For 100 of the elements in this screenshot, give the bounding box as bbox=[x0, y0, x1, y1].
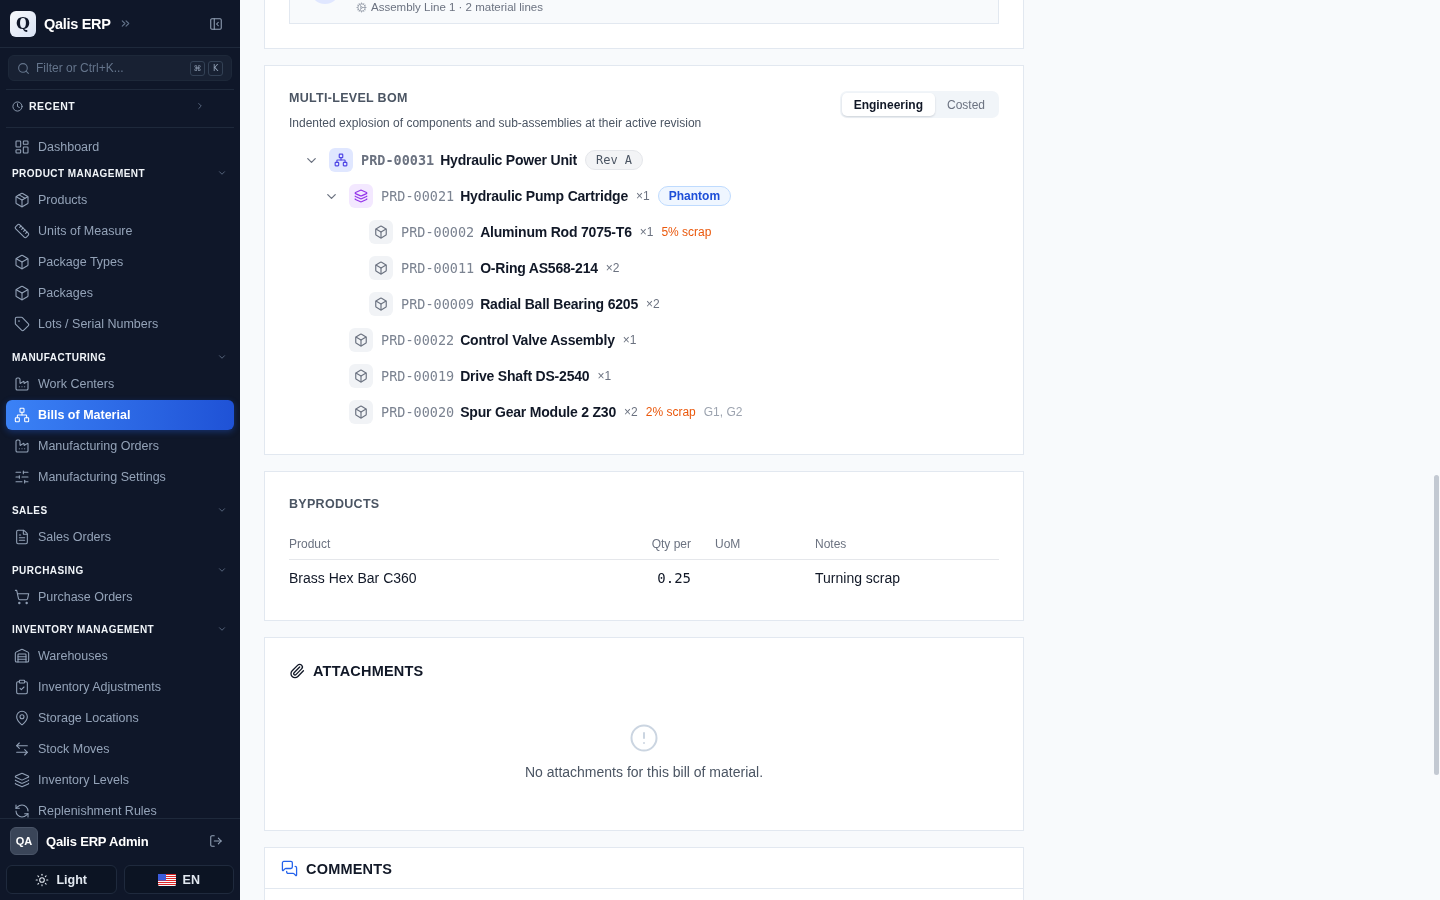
nav-item[interactable]: Manufacturing Settings bbox=[6, 462, 234, 492]
quantity-label: ×1 bbox=[622, 333, 637, 347]
column-header: UoM bbox=[714, 536, 742, 551]
sun-icon bbox=[35, 872, 50, 887]
section-title: ATTACHMENTS bbox=[313, 663, 424, 679]
product-code: PRD-00020 bbox=[381, 404, 455, 420]
factory-icon bbox=[14, 438, 30, 454]
reference-designators: G1, G2 bbox=[703, 405, 743, 419]
nav-section-header[interactable]: INVENTORY MANAGEMENT bbox=[6, 618, 234, 640]
chevron-down-icon bbox=[217, 505, 227, 515]
search-input[interactable]: Filter or Ctrl+K... bbox=[36, 60, 184, 76]
table-cell-text: 0.25 bbox=[656, 570, 692, 586]
product-code: PRD-00011 bbox=[401, 260, 475, 276]
chevron-down-icon bbox=[217, 565, 227, 575]
alert-circle-icon bbox=[629, 723, 659, 753]
clipboard-check-icon bbox=[14, 679, 30, 695]
column-header: Notes bbox=[814, 536, 848, 551]
chevron-down-icon bbox=[217, 624, 227, 634]
product-code: PRD-00021 bbox=[381, 188, 455, 204]
nav-item[interactable]: Bills of Material bbox=[6, 400, 234, 430]
nav-item[interactable]: Warehouses bbox=[6, 641, 234, 671]
empty-message: No attachments for this bill of material. bbox=[524, 763, 764, 782]
cube-icon bbox=[369, 292, 393, 316]
grid-icon bbox=[14, 139, 30, 155]
gear-icon bbox=[356, 1, 367, 13]
user-avatar: QA bbox=[10, 827, 38, 855]
product-name: Spur Gear Module 2 Z30 bbox=[460, 404, 617, 420]
nav-item[interactable]: Replenishment Rules bbox=[6, 796, 234, 818]
product-name: Aluminum Rod 7075-T6 bbox=[480, 224, 632, 240]
table-cell-text: Turning scrap bbox=[814, 570, 902, 586]
nav-item[interactable]: Work Centers bbox=[6, 369, 234, 399]
cube-icon bbox=[349, 328, 373, 352]
phantom-badge: Phantom bbox=[657, 186, 732, 206]
recent-toggle[interactable]: RECENT bbox=[6, 90, 234, 122]
app-logo[interactable]: Q bbox=[10, 10, 36, 37]
sidebar-toggle-icon[interactable] bbox=[209, 16, 223, 31]
nav-item[interactable]: Inventory Levels bbox=[6, 765, 234, 795]
search-field[interactable]: Filter or Ctrl+K... ⌘ K bbox=[8, 55, 232, 81]
nav-item[interactable]: Package Types bbox=[6, 247, 234, 277]
nav-item[interactable]: Stock Moves bbox=[6, 734, 234, 764]
nav-item[interactable]: Dashboard bbox=[6, 132, 234, 162]
map-pin-icon bbox=[14, 710, 30, 726]
chevron-right-icon bbox=[195, 101, 205, 111]
column-header: Product bbox=[289, 536, 332, 551]
nav-item[interactable]: Inventory Adjustments bbox=[6, 672, 234, 702]
product-code: PRD-00009 bbox=[401, 296, 475, 312]
box-icon bbox=[14, 192, 30, 208]
cube-icon bbox=[349, 364, 373, 388]
logout-icon[interactable] bbox=[209, 834, 223, 848]
cube-icon bbox=[369, 220, 393, 244]
language-button[interactable]: EN bbox=[123, 865, 234, 894]
theme-button[interactable]: Light bbox=[6, 865, 117, 894]
nav-item[interactable]: Purchase Orders bbox=[6, 582, 234, 612]
ruler-icon bbox=[14, 223, 30, 239]
section-title: COMMENTS bbox=[306, 860, 393, 877]
hierarchy-icon bbox=[14, 407, 30, 423]
search-icon bbox=[17, 61, 30, 75]
clock-icon bbox=[12, 100, 23, 112]
quantity-label: ×1 bbox=[639, 225, 654, 239]
product-name: Hydraulic Pump Cartridge bbox=[460, 188, 629, 204]
line-meta: Assembly Line 1 · 2 material lines bbox=[371, 0, 543, 14]
shortcut-key: K bbox=[208, 60, 223, 76]
chevron-down-icon bbox=[217, 352, 227, 362]
view-tab[interactable]: Engineering bbox=[841, 93, 935, 116]
tag-icon bbox=[14, 316, 30, 332]
nav-item[interactable]: Products bbox=[6, 185, 234, 215]
product-code: PRD-00002 bbox=[401, 224, 475, 240]
view-tab[interactable]: Costed bbox=[934, 93, 997, 116]
user-name: Qalis ERP Admin bbox=[46, 833, 149, 849]
nav-section-header[interactable]: SALES bbox=[6, 499, 234, 521]
scrollbar-thumb[interactable] bbox=[1434, 475, 1439, 775]
nav-item[interactable]: Packages bbox=[6, 278, 234, 308]
layers-icon bbox=[349, 184, 373, 208]
paperclip-icon bbox=[289, 663, 305, 679]
nav-item[interactable]: Sales Orders bbox=[6, 522, 234, 552]
quantity-label: ×2 bbox=[624, 405, 638, 419]
chat-icon bbox=[281, 860, 298, 877]
table-cell-text: Brass Hex Bar C360 bbox=[289, 570, 418, 586]
nav-item[interactable]: Lots / Serial Numbers bbox=[6, 309, 234, 339]
document-icon bbox=[14, 529, 30, 545]
cart-icon bbox=[14, 589, 30, 605]
cube-icon bbox=[14, 285, 30, 301]
product-name: Control Valve Assembly bbox=[460, 332, 615, 348]
quantity-label: ×1 bbox=[597, 369, 612, 383]
quantity-label: ×1 bbox=[636, 189, 650, 203]
nav-section-header[interactable]: PURCHASING bbox=[6, 559, 234, 581]
chevron-down-icon bbox=[217, 168, 227, 178]
revision-badge: Rev A bbox=[584, 150, 644, 170]
section-description: Indented explosion of components and sub-assemblies at their active revision bbox=[289, 115, 702, 131]
nav-section-header[interactable]: PRODUCT MANAGEMENT bbox=[6, 162, 234, 184]
nav-item[interactable]: Units of Measure bbox=[6, 216, 234, 246]
flag-icon bbox=[157, 873, 176, 886]
factory-icon bbox=[14, 376, 30, 392]
section-title: MULTI-LEVEL BOM bbox=[289, 90, 409, 106]
nav-item[interactable]: Manufacturing Orders bbox=[6, 431, 234, 461]
product-name: O-Ring AS568-214 bbox=[480, 260, 598, 276]
nav-section-header[interactable]: MANUFACTURING bbox=[6, 346, 234, 368]
app-name: Qalis ERP bbox=[44, 15, 111, 32]
product-code: PRD-00031 bbox=[361, 152, 435, 168]
nav-item[interactable]: Storage Locations bbox=[6, 703, 234, 733]
